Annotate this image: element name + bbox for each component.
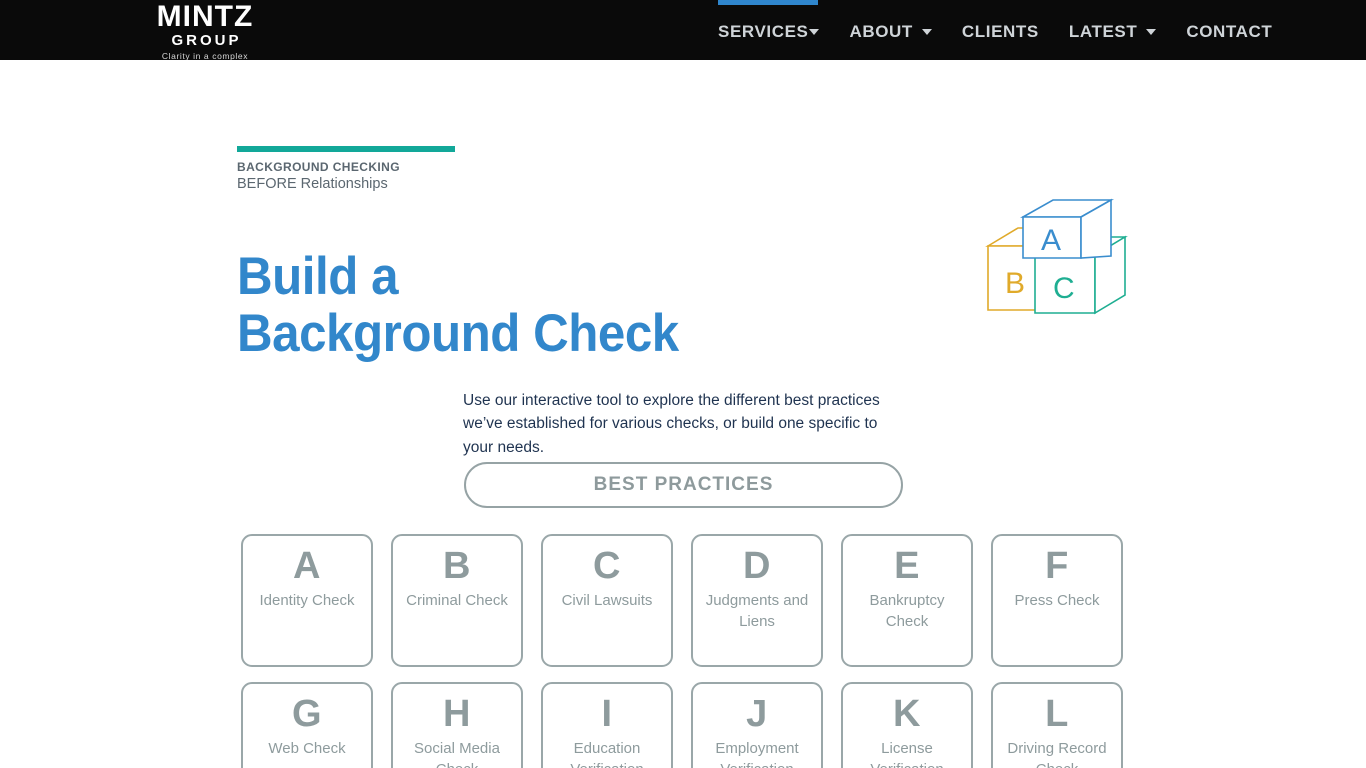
check-card-e[interactable]: E Bankruptcy Check	[841, 534, 973, 667]
eyebrow-secondary: BEFORE Relationships	[237, 176, 388, 192]
check-letter: K	[893, 693, 921, 735]
check-card-l[interactable]: L Driving Record Check	[991, 682, 1123, 768]
check-label: Web Check	[268, 739, 346, 757]
check-letter: F	[1045, 545, 1069, 587]
hero-eyebrow: BACKGROUND CHECKING BEFORE Relationships	[237, 146, 657, 193]
nav-label-clients: CLIENTS	[961, 22, 1039, 41]
check-letter: B	[443, 545, 471, 587]
best-practices-button[interactable]: BEST PRACTICES	[464, 462, 903, 508]
check-letter: L	[1045, 693, 1069, 735]
check-card-i[interactable]: I Education Verification	[541, 682, 673, 768]
page-title-line-2: Background Check	[237, 303, 679, 363]
nav-item-services[interactable]: SERVICES	[718, 22, 820, 42]
intro-paragraph: Use our interactive tool to explore the …	[463, 391, 880, 456]
check-card-g[interactable]: G Web Check	[241, 682, 373, 768]
page-title: Build a Background Check	[237, 246, 888, 363]
nav-label-services: SERVICES	[718, 22, 809, 41]
check-letter: I	[601, 693, 613, 735]
check-card-b[interactable]: B Criminal Check	[391, 534, 523, 667]
abc-blocks-illustration: B C A	[980, 198, 1145, 333]
nav-item-clients[interactable]: CLIENTS	[962, 22, 1039, 42]
check-card-d[interactable]: D Judgments and Liens	[691, 534, 823, 667]
check-letter: H	[443, 693, 471, 735]
check-card-h[interactable]: H Social Media Check	[391, 682, 523, 768]
check-label: Driving Record Check	[1007, 739, 1107, 768]
check-card-c[interactable]: C Civil Lawsuits	[541, 534, 673, 667]
nav-item-about[interactable]: ABOUT	[849, 22, 932, 42]
check-letter: E	[894, 545, 920, 587]
svg-text:B: B	[1005, 267, 1025, 300]
check-type-grid: A Identity Check B Criminal Check C Civi…	[241, 534, 1127, 768]
check-label: Judgments and Liens	[705, 591, 809, 631]
check-card-f[interactable]: F Press Check	[991, 534, 1123, 667]
check-label: Employment Verification	[715, 739, 799, 768]
check-label: Civil Lawsuits	[561, 591, 653, 609]
nav-item-latest[interactable]: LATEST	[1068, 22, 1157, 42]
svg-text:C: C	[1053, 272, 1075, 305]
logo-brand-sub: GROUP	[171, 32, 242, 49]
check-card-k[interactable]: K License Verification	[841, 682, 973, 768]
check-letter: J	[746, 693, 768, 735]
chevron-down-icon	[1146, 29, 1157, 35]
check-letter: D	[743, 545, 771, 587]
check-label: Press Check	[1014, 591, 1100, 609]
active-nav-indicator	[718, 0, 818, 5]
page-title-line-1: Build a	[237, 246, 399, 306]
check-card-a[interactable]: A Identity Check	[241, 534, 373, 667]
check-label: Identity Check	[259, 591, 355, 609]
nav-item-contact[interactable]: CONTACT	[1186, 22, 1272, 42]
check-label: License Verification	[870, 739, 943, 768]
check-letter: C	[593, 545, 621, 587]
check-label: Education Verification	[570, 739, 643, 768]
chevron-down-icon	[809, 29, 820, 35]
logo-brand-name: MINTZ	[156, 0, 254, 33]
check-card-j[interactable]: J Employment Verification	[691, 682, 823, 768]
chevron-down-icon	[921, 29, 932, 35]
check-label: Social Media Check	[414, 739, 500, 768]
svg-text:A: A	[1041, 224, 1061, 257]
nav-label-latest: LATEST	[1068, 22, 1138, 41]
check-letter: G	[291, 693, 323, 735]
main-navigation: SERVICES ABOUT CLIENTS LATEST CONTACT	[718, 22, 1272, 42]
check-letter: A	[293, 545, 321, 587]
eyebrow-primary: BACKGROUND CHECKING	[237, 160, 400, 174]
nav-label-contact: CONTACT	[1186, 22, 1273, 41]
page-content: BACKGROUND CHECKING BEFORE Relationships…	[0, 60, 1366, 768]
check-label: Criminal Check	[406, 591, 508, 609]
site-header: MINTZ GROUP Clarity in a complex world S…	[0, 0, 1366, 71]
check-label: Bankruptcy Check	[869, 591, 945, 631]
nav-label-about: ABOUT	[849, 22, 913, 41]
accent-bar	[237, 146, 455, 152]
